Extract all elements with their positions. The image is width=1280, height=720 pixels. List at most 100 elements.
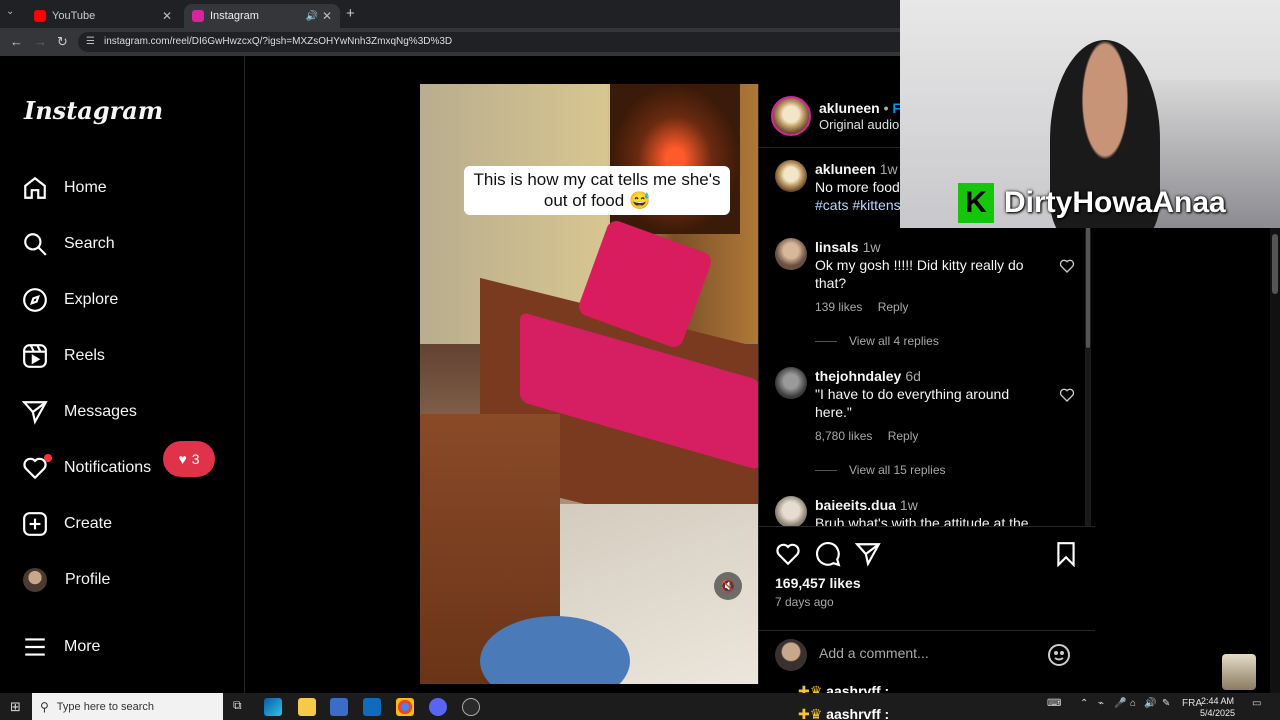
commenter-avatar[interactable] (775, 496, 807, 526)
microphone-icon[interactable]: 🎤 (1114, 698, 1126, 709)
windows-start-icon[interactable]: ⊞ (10, 699, 21, 715)
back-arrow-icon[interactable]: ← (10, 34, 23, 49)
tab-youtube[interactable]: YouTube ✕ (26, 4, 180, 28)
chat-badge-icon: ✚♛ (798, 706, 823, 720)
comment-body: baieeits.dua 1w Bruh what's with the atti… (815, 496, 1037, 526)
streamer-brand: K DirtyHowaAnaa (958, 182, 1226, 224)
taskbar-clock[interactable]: 2:44 AM 5/4/2025 (1200, 695, 1235, 719)
taskbar-search-box[interactable]: ⚲ Type here to search (32, 693, 223, 720)
network-icon[interactable]: ⌁ (1098, 698, 1104, 709)
chat-username: aashrvff : (826, 706, 890, 720)
author-avatar[interactable] (775, 160, 807, 192)
comment-likes[interactable]: 8,780 likes (815, 429, 872, 443)
reply-button[interactable]: Reply (888, 429, 919, 443)
comment-likes[interactable]: 139 likes (815, 300, 862, 314)
speaker-icon[interactable]: 🔊 (306, 11, 318, 22)
reload-icon[interactable]: ↻ (57, 34, 68, 50)
view-replies-button[interactable]: View all 15 replies (815, 463, 946, 477)
like-comment-heart-icon[interactable] (1059, 258, 1075, 274)
chat-sticker-image (1222, 654, 1256, 690)
sidebar-item-explore[interactable]: Explore (22, 280, 118, 320)
taskbar-search-placeholder: Type here to search (56, 700, 155, 713)
avatar (775, 639, 807, 671)
close-tab-icon[interactable]: ✕ (322, 9, 332, 23)
new-tab-button[interactable]: + (346, 5, 355, 22)
scrollbar-thumb[interactable] (1272, 234, 1278, 294)
comment-text: Ok my gosh !!!!! Did kitty really do tha… (815, 257, 1024, 291)
view-replies-button[interactable]: View all 4 replies (815, 334, 939, 348)
pen-icon[interactable]: ✎ (1162, 698, 1170, 709)
tab-list-chevron-icon[interactable]: ⌄ (6, 6, 20, 20)
instagram-logo[interactable]: Instagram (24, 96, 163, 125)
forward-arrow-icon[interactable]: → (34, 34, 47, 49)
sidebar-item-create[interactable]: Create (22, 504, 112, 544)
comment-username[interactable]: akluneen (815, 161, 876, 177)
mute-toggle-icon[interactable]: 🔇 (714, 572, 742, 600)
store-icon[interactable] (330, 698, 348, 716)
comment-username[interactable]: baieeits.dua (815, 497, 896, 513)
notification-center-icon[interactable]: ▭ (1252, 698, 1261, 709)
comment-body: thejohndaley 6d "I have to do everything … (815, 367, 1037, 445)
like-comment-heart-icon[interactable] (1059, 387, 1075, 403)
share-send-icon[interactable] (855, 541, 881, 567)
view-replies-label: View all 15 replies (849, 463, 946, 477)
menu-icon (25, 638, 45, 656)
sidebar-item-label: More (64, 638, 101, 655)
like-heart-icon[interactable] (775, 541, 801, 567)
divider (815, 340, 837, 342)
author-username[interactable]: akluneen (819, 100, 880, 116)
avatar (23, 568, 47, 592)
heart-filled-icon: ♥ (178, 451, 187, 467)
sidebar-item-label: Search (64, 235, 115, 252)
reel-video[interactable]: This is how my cat tells me she's out of… (420, 84, 758, 684)
sidebar-item-label: Explore (64, 291, 119, 308)
sidebar-item-reels[interactable]: Reels (22, 336, 105, 376)
edge-icon[interactable] (264, 698, 282, 716)
comment-time: 1w (879, 161, 898, 177)
sidebar-item-profile[interactable]: Profile (22, 560, 110, 600)
tray-chevron-icon[interactable]: ⌃ (1080, 698, 1088, 709)
outlook-icon[interactable] (363, 698, 381, 716)
commenter-avatar[interactable] (775, 238, 807, 270)
task-view-icon[interactable]: ⧉ (233, 698, 242, 713)
commenter-avatar[interactable] (775, 367, 807, 399)
comment-text: Bruh what's with the attitude at the (815, 515, 1029, 526)
close-tab-icon[interactable]: ✕ (162, 9, 172, 23)
discord-icon[interactable] (429, 698, 447, 716)
comment-bubble-icon[interactable] (815, 541, 841, 567)
notification-badge[interactable]: ♥ 3 (163, 441, 215, 477)
file-explorer-icon[interactable] (298, 698, 316, 716)
volume-icon[interactable]: 🔊 (1144, 698, 1156, 709)
sidebar-item-more[interactable]: More (22, 627, 100, 667)
instagram-favicon-icon (192, 10, 204, 22)
meet-icon[interactable]: ⌂ (1130, 698, 1136, 709)
like-count[interactable]: 169,457 likes (775, 575, 861, 591)
reply-button[interactable]: Reply (878, 300, 909, 314)
sidebar-item-home[interactable]: Home (22, 168, 107, 208)
site-info-icon[interactable]: ☰ (86, 32, 95, 52)
tab-instagram[interactable]: Instagram 🔊 ✕ (184, 4, 340, 28)
emoji-icon[interactable] (1047, 643, 1071, 667)
obs-icon[interactable] (462, 698, 480, 716)
sidebar-item-notifications[interactable]: Notifications (22, 448, 151, 488)
sidebar-item-search[interactable]: Search (22, 224, 115, 264)
comment-meta: 139 likes Reply (815, 298, 1037, 316)
author-avatar[interactable] (771, 96, 811, 136)
post-timestamp: 7 days ago (775, 595, 834, 609)
keyboard-icon[interactable]: ⌨ (1047, 698, 1061, 709)
comment-meta: 8,780 likes Reply (815, 427, 1037, 445)
plus-square-icon (23, 512, 47, 536)
sidebar-item-messages[interactable]: Messages (22, 392, 137, 432)
save-bookmark-icon[interactable] (1053, 541, 1079, 567)
comment-input[interactable]: Add a comment... (819, 645, 929, 661)
caption-hashtags[interactable]: #cats #kittens (815, 197, 901, 213)
page-scrollbar[interactable] (1270, 228, 1280, 693)
comment-time: 6d (905, 368, 921, 384)
author-row: akluneen • Fo (819, 100, 910, 116)
comment-username[interactable]: linsals (815, 239, 859, 255)
chrome-icon[interactable] (396, 698, 414, 716)
audio-link[interactable]: Original audio (819, 117, 899, 132)
comment-username[interactable]: thejohndaley (815, 368, 901, 384)
input-language[interactable]: FRA (1182, 698, 1202, 709)
video-caption-overlay: This is how my cat tells me she's out of… (464, 166, 730, 215)
